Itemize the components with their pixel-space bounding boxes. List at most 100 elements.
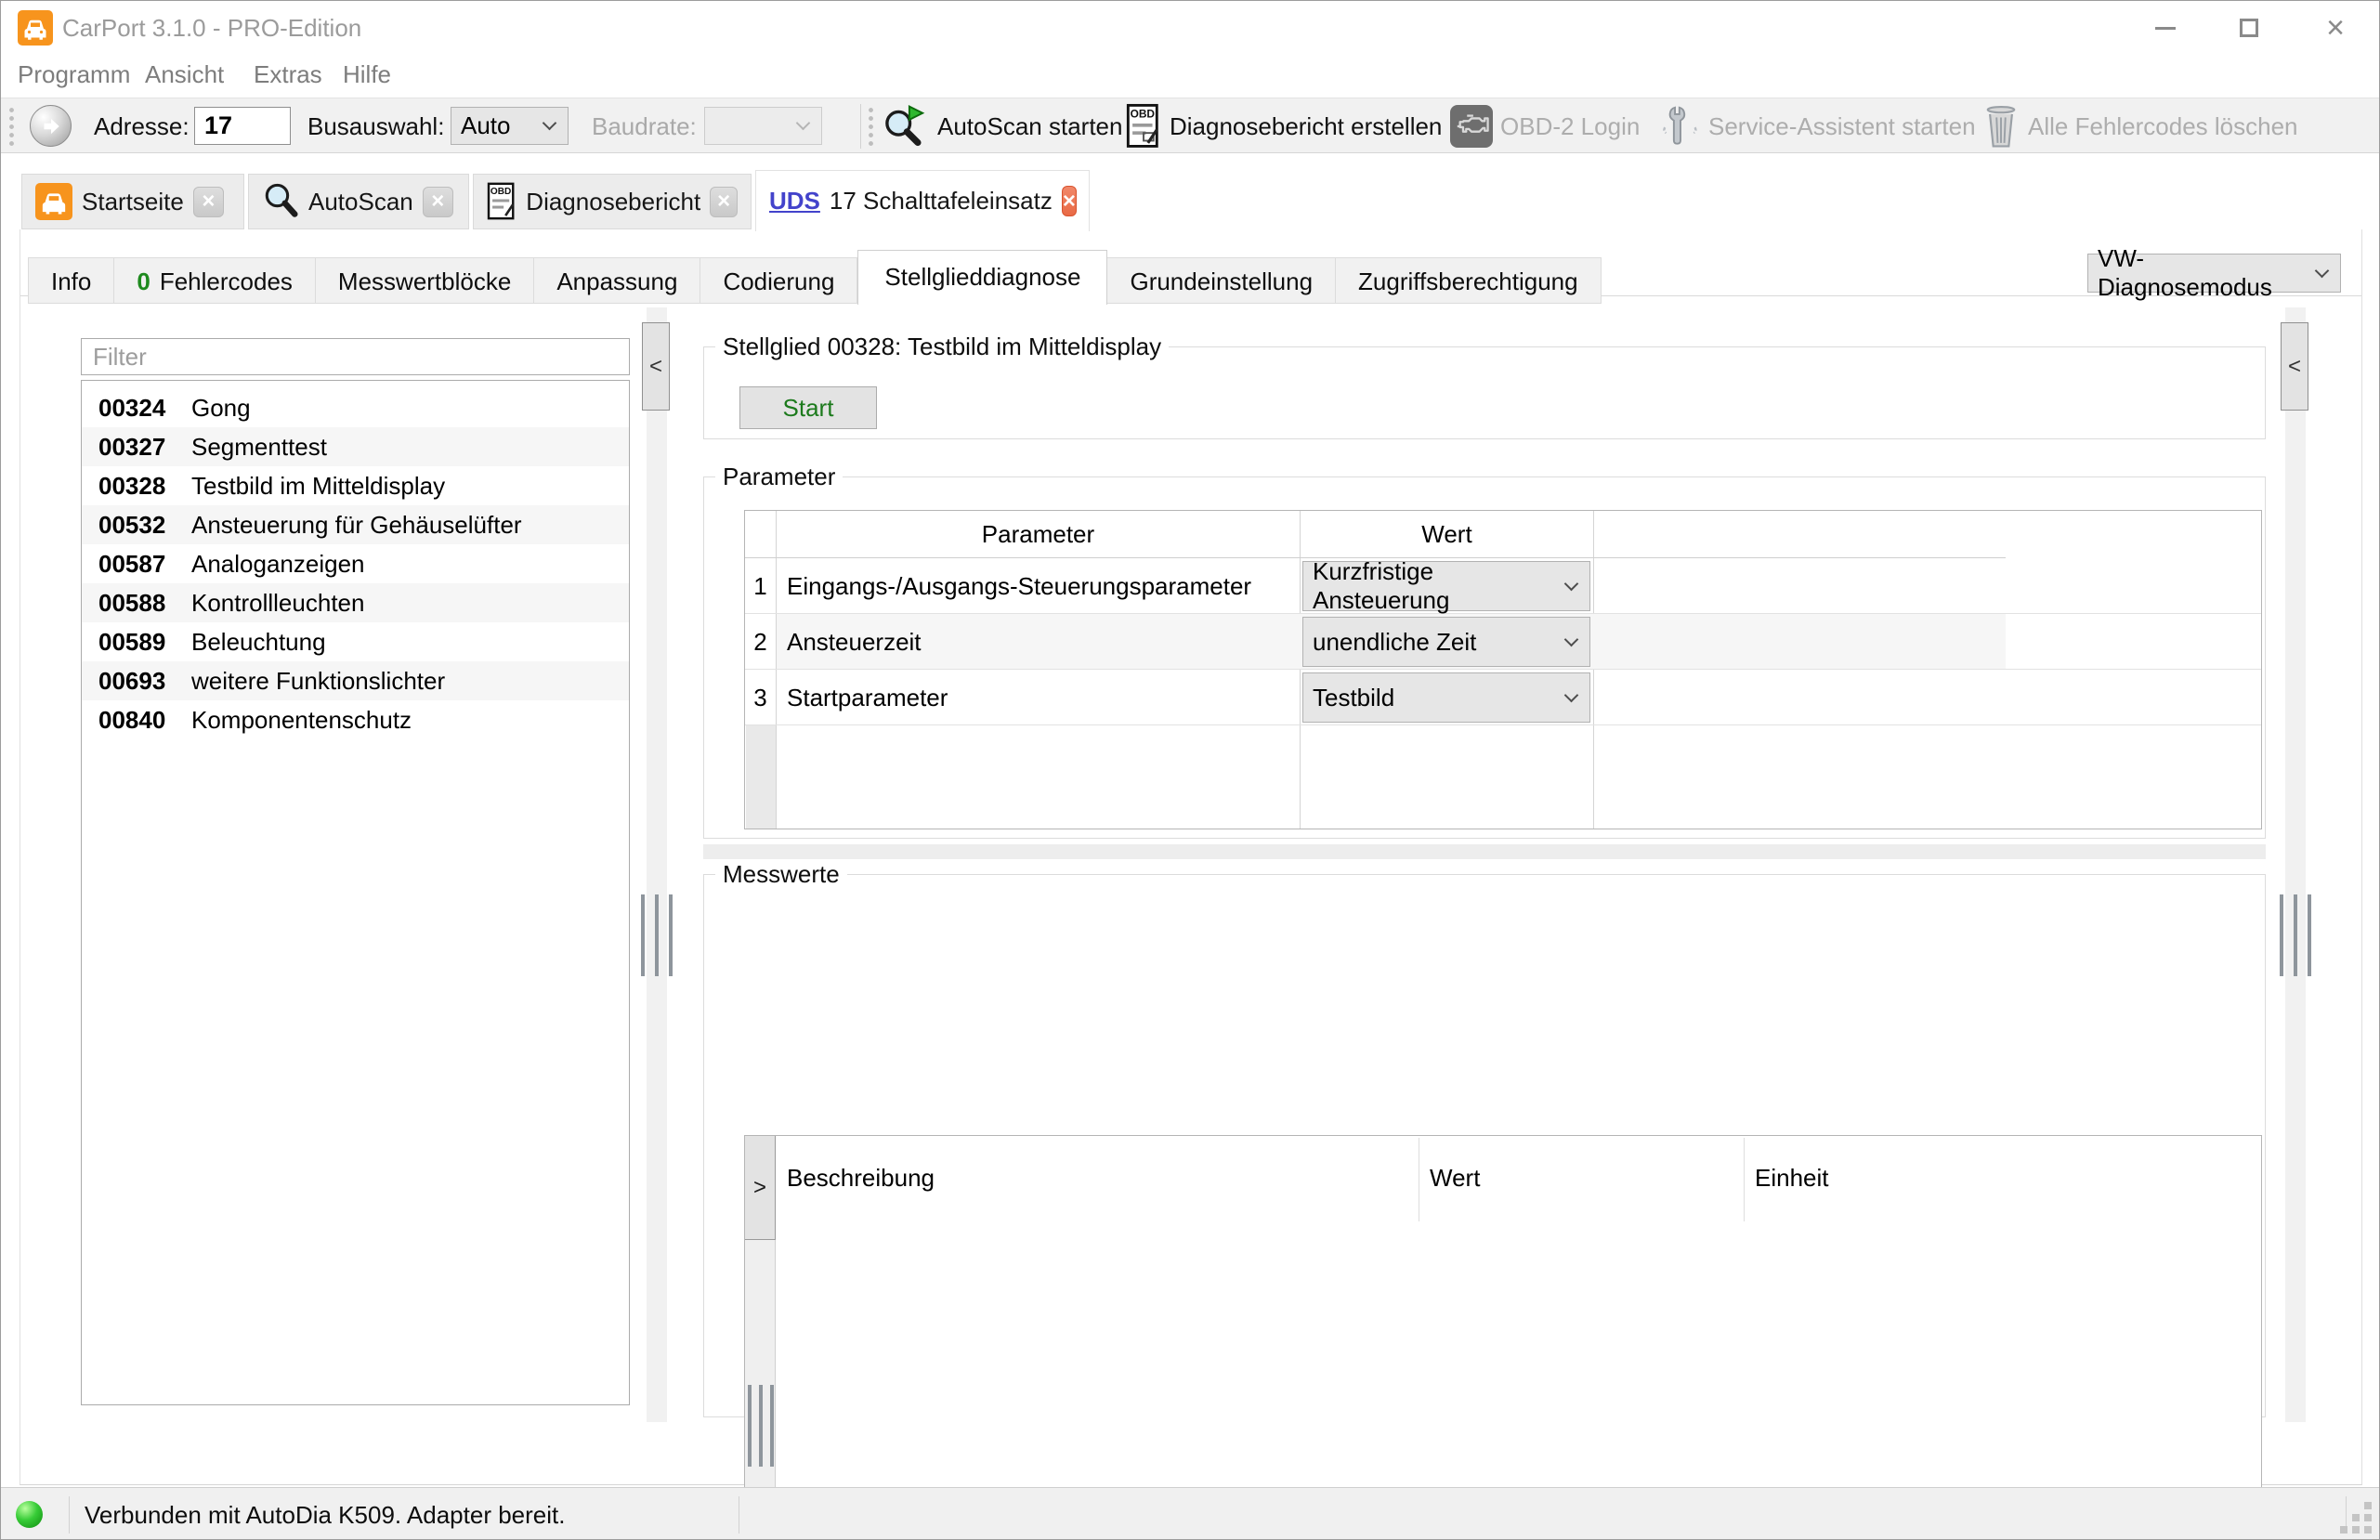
- actuator-code: 00324: [98, 393, 166, 422]
- toolbar-separator: [860, 104, 861, 149]
- title-bar: CarPort 3.1.0 - PRO-Edition ×: [1, 1, 2379, 55]
- subtab-anpassung[interactable]: Anpassung: [534, 257, 701, 304]
- minimize-button[interactable]: [2136, 1, 2195, 55]
- actuator-code: 00328: [98, 471, 166, 500]
- address-input[interactable]: [194, 107, 291, 145]
- messwerte-table: > Beschreibung Wert Einheit: [744, 1135, 2262, 1539]
- subtab-zugriffsberechtigung[interactable]: Zugriffsberechtigung: [1336, 257, 1602, 304]
- splitter-handle[interactable]: [748, 1385, 774, 1467]
- column-header-wert: Wert: [1421, 519, 1472, 548]
- parameter-value: Testbild: [1313, 683, 1395, 711]
- list-item[interactable]: 00840 Komponentenschutz: [82, 700, 629, 739]
- parameter-value: Kurzfristige Ansteuerung: [1313, 557, 1450, 614]
- tab-close-icon[interactable]: ×: [1061, 186, 1077, 216]
- subtab-fehlercodes[interactable]: 0 Fehlercodes: [114, 257, 316, 304]
- obd-report-icon: OBD: [487, 182, 515, 220]
- subtab-grundeinstellung[interactable]: Grundeinstellung: [1107, 257, 1337, 304]
- subtab-label: Anpassung: [556, 268, 678, 295]
- diagnose-mode-value: VW-Diagnosemodus: [2098, 244, 2272, 301]
- grid-line: [776, 511, 777, 829]
- bus-value: Auto: [461, 111, 511, 139]
- parameter-name: Startparameter: [787, 683, 948, 711]
- grid-line: [1300, 511, 1301, 829]
- tab-close-icon[interactable]: ×: [710, 186, 738, 217]
- subtab-bar: Info 0 Fehlercodes Messwertblöcke Anpassu…: [28, 250, 1602, 305]
- menu-programm[interactable]: Programm: [18, 60, 130, 89]
- close-button[interactable]: ×: [2306, 1, 2365, 55]
- tab-uds-schalttafeleinsatz[interactable]: UDS 17 Schalttafeleinsatz ×: [755, 170, 1090, 231]
- resize-grip[interactable]: [2364, 1526, 2372, 1533]
- uds-badge: UDS: [769, 187, 820, 215]
- subtab-info[interactable]: Info: [28, 257, 115, 304]
- list-item[interactable]: 00587 Analoganzeigen: [82, 544, 629, 583]
- svg-text:OBD: OBD: [1131, 107, 1156, 120]
- actuator-code: 00588: [98, 588, 166, 617]
- actuator-label: Beleuchtung: [191, 627, 326, 656]
- grid-line: [745, 669, 2261, 670]
- collapse-right-panel-button[interactable]: <: [2281, 322, 2308, 411]
- actuator-group-title: Stellglied 00328: Testbild im Mitteldisp…: [715, 333, 1170, 361]
- expand-panel-button[interactable]: >: [745, 1136, 776, 1240]
- tab-startseite[interactable]: Startseite ×: [21, 174, 244, 229]
- chevron-down-icon: [1563, 687, 1579, 702]
- parameter-groupbox: Parameter Parameter Wert 1 Eingangs-/Aus…: [703, 463, 2266, 839]
- collapse-left-panel-button[interactable]: <: [642, 322, 670, 411]
- toolbar-drag-handle[interactable]: [868, 106, 874, 147]
- car-icon: [18, 10, 53, 46]
- column-header-wert: Wert: [1430, 1163, 1481, 1192]
- start-button[interactable]: Start: [739, 386, 877, 429]
- splitter-handle[interactable]: [2280, 894, 2311, 976]
- create-report-button[interactable]: OBD Diagnosebericht erstellen: [1125, 102, 1442, 150]
- arrow-right-icon: [43, 118, 59, 134]
- actuator-label: Komponentenschutz: [191, 705, 412, 734]
- subtab-label: Fehlercodes: [159, 268, 293, 295]
- minimize-icon: [2155, 26, 2176, 30]
- service-assistant-button: Service-Assistent starten: [1660, 102, 1976, 150]
- subtab-messwertbloecke[interactable]: Messwertblöcke: [315, 257, 535, 304]
- maximize-button[interactable]: [2219, 1, 2279, 55]
- tab-diagnosebericht[interactable]: OBD Diagnosebericht ×: [473, 174, 752, 229]
- filter-input[interactable]: [81, 338, 630, 375]
- menu-bar: Programm Ansicht Extras Hilfe: [1, 55, 2379, 98]
- subtab-codierung[interactable]: Codierung: [700, 257, 858, 304]
- list-item[interactable]: 00588 Kontrollleuchten: [82, 583, 629, 622]
- maximize-icon: [2240, 19, 2258, 37]
- parameter-value-select[interactable]: unendliche Zeit: [1302, 617, 1590, 667]
- row-number: 2: [753, 627, 767, 656]
- actuator-label: Segmenttest: [191, 432, 327, 461]
- bus-select[interactable]: Auto: [451, 107, 569, 145]
- parameter-value-select[interactable]: Testbild: [1302, 672, 1590, 723]
- menu-ansicht[interactable]: Ansicht: [145, 60, 224, 89]
- menu-extras[interactable]: Extras: [254, 60, 322, 89]
- actuator-code: 00327: [98, 432, 166, 461]
- subtab-label: Codierung: [723, 268, 835, 295]
- tab-close-icon[interactable]: ×: [422, 186, 453, 217]
- subtab-label: Messwertblöcke: [337, 268, 512, 295]
- list-item[interactable]: 00589 Beleuchtung: [82, 622, 629, 661]
- autoscan-start-button[interactable]: AutoScan starten: [882, 102, 1122, 150]
- splitter-handle[interactable]: [641, 894, 673, 976]
- tab-close-icon[interactable]: ×: [192, 186, 224, 217]
- subtab-stellglieddiagnose[interactable]: Stellglieddiagnose: [857, 250, 1108, 305]
- tab-content: Info 0 Fehlercodes Messwertblöcke Anpassu…: [20, 229, 2362, 1539]
- toolbar-drag-handle[interactable]: [8, 106, 15, 147]
- toolbar: Adresse: Busauswahl: Auto Baudrate: Auto…: [1, 98, 2379, 153]
- grid-line: [745, 724, 2261, 725]
- horizontal-splitter[interactable]: [703, 844, 2266, 859]
- list-item[interactable]: 00324 Gong: [82, 388, 629, 427]
- menu-hilfe[interactable]: Hilfe: [343, 60, 391, 89]
- list-item[interactable]: 00327 Segmenttest: [82, 427, 629, 466]
- go-button[interactable]: [30, 105, 72, 147]
- column-header-parameter: Parameter: [981, 519, 1095, 548]
- tab-autoscan[interactable]: AutoScan ×: [248, 174, 469, 229]
- tab-label: Diagnosebericht: [526, 187, 701, 215]
- bus-label: Busauswahl:: [307, 112, 445, 140]
- parameter-value-select[interactable]: Kurzfristige Ansteuerung: [1302, 557, 1590, 614]
- main-tab-bar: Startseite × AutoScan × OBD Diagnoseberi…: [1, 170, 2379, 231]
- address-label: Adresse:: [94, 112, 190, 140]
- list-item[interactable]: 00328 Testbild im Mitteldisplay: [82, 466, 629, 505]
- list-item[interactable]: 00532 Ansteuerung für Gehäuselüfter: [82, 505, 629, 544]
- list-item[interactable]: 00693 weitere Funktionslichter: [82, 661, 629, 700]
- diagnose-mode-select[interactable]: VW-Diagnosemodus: [2087, 244, 2341, 301]
- subtab-label: Stellglieddiagnose: [884, 263, 1081, 291]
